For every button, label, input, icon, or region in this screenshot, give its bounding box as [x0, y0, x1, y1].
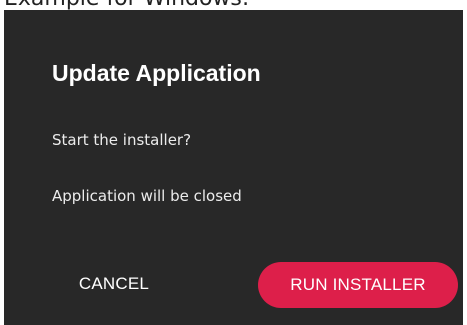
cancel-button[interactable]: CANCEL	[60, 262, 168, 306]
dialog-message-question: Start the installer?	[52, 131, 192, 149]
run-installer-button[interactable]: RUN INSTALLER	[258, 262, 458, 308]
dialog-title: Update Application	[52, 60, 261, 86]
dialog-message-note: Application will be closed	[52, 187, 242, 205]
update-dialog: Update Application Start the installer? …	[4, 10, 463, 325]
caption-text: Example for Windows:	[0, 0, 467, 10]
